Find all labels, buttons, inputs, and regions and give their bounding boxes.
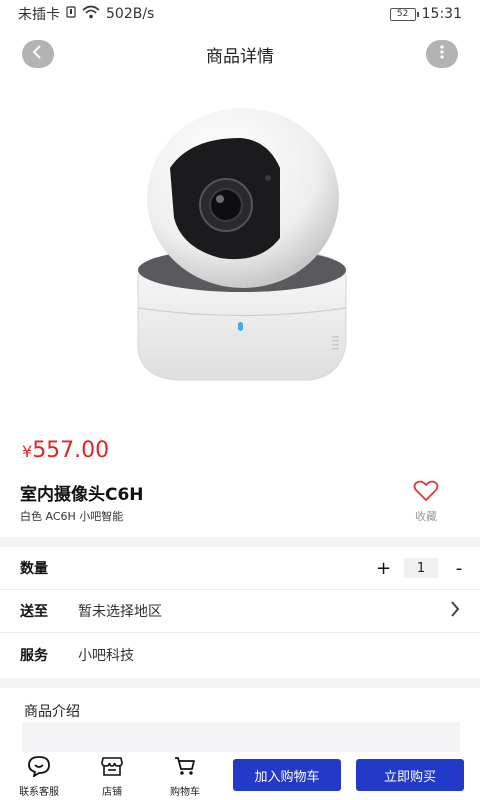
carrier-text: 未插卡 xyxy=(18,7,60,23)
store-icon xyxy=(100,755,124,781)
sim-icon xyxy=(66,6,76,22)
clock: 15:31 xyxy=(421,6,462,22)
cart-icon xyxy=(173,755,197,781)
currency-symbol: ¥ xyxy=(22,442,33,461)
more-button[interactable] xyxy=(426,40,458,68)
customer-service-tab[interactable]: 联系客服 xyxy=(5,755,73,798)
status-bar: 未插卡 502B/s 52 15:31 xyxy=(0,0,480,28)
divider xyxy=(0,537,480,547)
favorite-label: 收藏 xyxy=(415,510,437,523)
camera-illustration xyxy=(137,108,347,381)
page-title: 商品详情 xyxy=(206,46,274,67)
more-vertical-icon xyxy=(439,44,445,64)
ship-to-row[interactable]: 送至 暂未选择地区 xyxy=(0,590,480,633)
quantity-input[interactable]: 1 xyxy=(404,558,438,578)
status-left: 未插卡 502B/s xyxy=(18,4,154,24)
service-row: 服务 小吧科技 xyxy=(0,633,480,676)
add-to-cart-button[interactable]: 加入购物车 xyxy=(233,759,341,791)
cart-label: 购物车 xyxy=(170,786,200,798)
quantity-stepper: + 1 - xyxy=(376,558,466,579)
bottom-action-bar: 联系客服 店铺 购物车 加入购物车 立即购买 xyxy=(0,752,480,800)
cart-tab[interactable]: 购物车 xyxy=(151,755,219,798)
chat-icon xyxy=(27,755,51,781)
divider xyxy=(0,678,480,688)
product-intro-content xyxy=(22,722,460,752)
store-tab[interactable]: 店铺 xyxy=(78,755,146,798)
title-bar: 商品详情 xyxy=(0,36,480,72)
service-label: 服务 xyxy=(20,647,48,664)
wifi-icon xyxy=(82,5,100,23)
customer-service-label: 联系客服 xyxy=(19,786,59,798)
status-right: 52 15:31 xyxy=(389,6,462,22)
store-label: 店铺 xyxy=(102,786,122,798)
battery-icon: 52 xyxy=(389,7,419,21)
product-name: 室内摄像头C6H xyxy=(20,485,144,505)
quantity-label: 数量 xyxy=(20,561,48,577)
service-value: 小吧科技 xyxy=(78,647,134,664)
chevron-left-icon xyxy=(31,44,45,64)
buy-now-button[interactable]: 立即购买 xyxy=(356,759,464,791)
product-description: 白色 AC6H 小吧智能 xyxy=(20,510,124,523)
quantity-plus-button[interactable]: + xyxy=(376,558,391,579)
product-image xyxy=(0,88,480,428)
quantity-row: 数量 + 1 - xyxy=(0,547,480,590)
back-button[interactable] xyxy=(22,40,54,68)
price-value: 557.00 xyxy=(32,438,110,463)
chevron-right-icon xyxy=(450,600,460,622)
price: ¥557.00 xyxy=(22,438,109,463)
heart-icon xyxy=(413,480,439,506)
favorite-button[interactable]: 收藏 xyxy=(408,480,444,524)
network-speed: 502B/s xyxy=(106,6,155,22)
ship-to-label: 送至 xyxy=(20,604,48,620)
ship-to-value: 暂未选择地区 xyxy=(78,604,162,620)
quantity-minus-button[interactable]: - xyxy=(452,558,466,579)
product-intro-heading: 商品介绍 xyxy=(24,704,80,720)
